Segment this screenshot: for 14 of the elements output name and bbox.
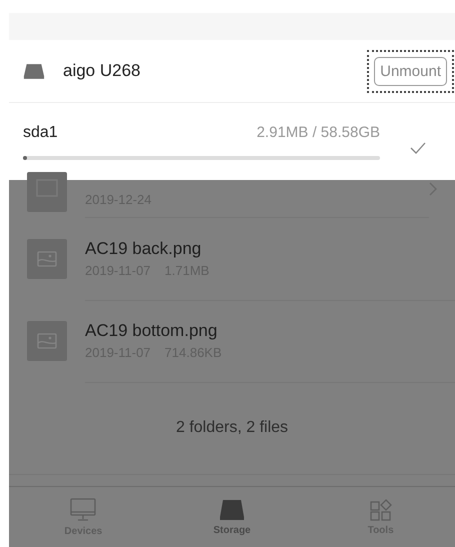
usage-text: 2.91MB / 58.58GB	[256, 124, 380, 141]
partition-row[interactable]: sda1 2.91MB / 58.58GB	[9, 103, 455, 180]
image-file-icon	[27, 239, 67, 279]
file-name: AC19 back.png	[85, 239, 202, 259]
device-name: aigo U268	[63, 61, 141, 81]
unmount-button[interactable]: Unmount	[374, 56, 447, 86]
grid-icon	[370, 498, 392, 520]
file-name: AC19 bottom.png	[85, 321, 218, 341]
partition-name: sda1	[23, 124, 58, 142]
image-file-icon	[27, 321, 67, 361]
monitor-icon	[70, 498, 96, 522]
drive-icon	[23, 62, 45, 80]
summary-text: 2 folders, 2 files	[176, 419, 288, 437]
drive-icon	[219, 498, 245, 520]
